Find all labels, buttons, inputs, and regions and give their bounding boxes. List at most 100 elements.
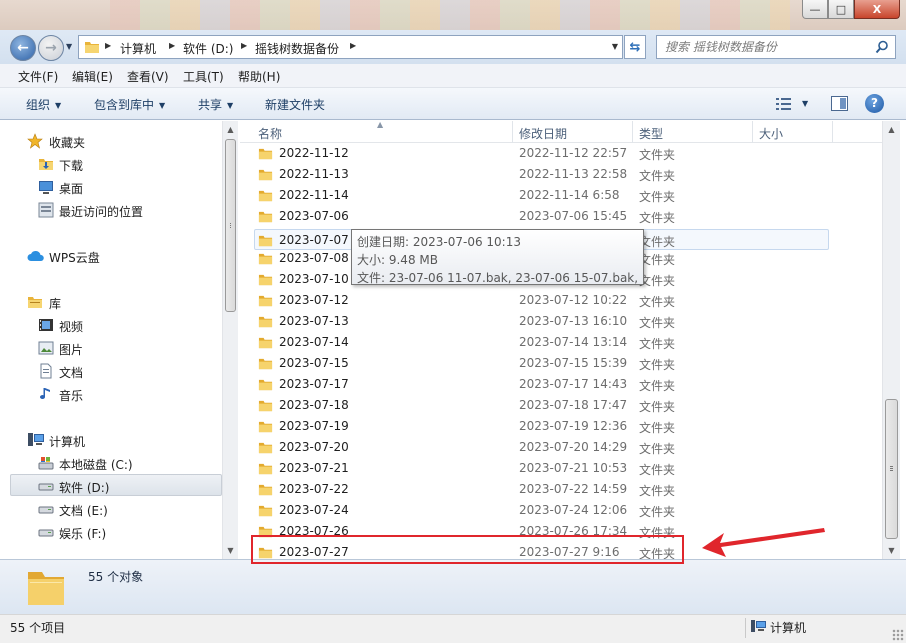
scroll-up-icon[interactable]: ▲ <box>883 121 900 138</box>
nav-desktop[interactable]: 桌面 <box>0 176 222 198</box>
minimize-button[interactable]: — <box>802 0 828 19</box>
menu-view[interactable]: 查看(V) <box>127 68 169 85</box>
file-list-scrollbar[interactable]: ▲ ▼ <box>882 121 900 559</box>
nav-drive-e[interactable]: 文档 (E:) <box>0 498 222 520</box>
column-divider[interactable] <box>752 121 753 143</box>
back-button[interactable]: ← <box>10 35 36 61</box>
new-folder-button[interactable]: 新建文件夹 <box>265 96 325 113</box>
address-history-dropdown-icon[interactable]: ▼ <box>612 42 618 51</box>
highlight-box <box>251 535 684 564</box>
nav-drive-c[interactable]: 本地磁盘 (C:) <box>0 452 222 474</box>
table-row[interactable]: 2023-07-14 2023-07-14 13:14 文件夹 <box>240 332 882 353</box>
breadcrumb-separator-icon[interactable]: ▶ <box>241 41 247 50</box>
search-box[interactable] <box>656 35 896 59</box>
help-icon[interactable]: ? <box>865 94 884 113</box>
video-icon <box>39 319 53 331</box>
file-list-scroll-thumb[interactable] <box>885 399 898 539</box>
maximize-button[interactable]: □ <box>828 0 854 19</box>
nav-music[interactable]: 音乐 <box>0 383 222 405</box>
address-bar[interactable]: ▶ 计算机 ▶ 软件 (D:) ▶ 摇钱树数据备份 ▶ ▼ <box>78 35 623 59</box>
table-row[interactable]: 2022-11-12 2022-11-12 22:57 文件夹 <box>240 143 882 164</box>
view-options-icon[interactable] <box>776 97 794 111</box>
nav-drive-d[interactable]: 软件 (D:) <box>10 474 222 496</box>
nav-downloads[interactable]: 下载 <box>0 153 222 175</box>
column-modified[interactable]: 修改日期 <box>519 125 567 142</box>
row-type: 文件夹 <box>639 421 676 435</box>
row-name: 2023-07-12 <box>279 293 349 307</box>
recent-pages-dropdown-icon[interactable]: ▼ <box>66 42 72 51</box>
scroll-down-icon[interactable]: ▼ <box>883 542 900 559</box>
nav-computer[interactable]: 计算机 <box>0 429 222 451</box>
breadcrumb-current-folder[interactable]: 摇钱树数据备份 <box>255 40 339 57</box>
column-divider[interactable] <box>832 121 833 143</box>
menu-tools[interactable]: 工具(T) <box>183 68 224 85</box>
view-dropdown-icon[interactable]: ▼ <box>802 99 808 108</box>
menu-file[interactable]: 文件(F) <box>18 68 58 85</box>
search-input[interactable] <box>665 39 865 55</box>
refresh-button[interactable]: ⇆ <box>624 35 646 59</box>
table-row[interactable]: 2022-11-14 2022-11-14 6:58 文件夹 <box>240 185 882 206</box>
nav-recent-places[interactable]: 最近访问的位置 <box>0 199 222 221</box>
column-size[interactable]: 大小 <box>759 125 783 142</box>
nav-libraries[interactable]: 库 <box>0 291 222 313</box>
nav-desktop-label: 桌面 <box>59 182 84 196</box>
table-row[interactable]: 2023-07-06 2023-07-06 15:45 文件夹 <box>240 206 882 227</box>
row-modified: 2023-07-18 17:47 <box>519 398 628 412</box>
nav-pane-scrollbar[interactable]: ▲ ▼ <box>222 121 238 559</box>
row-name: 2023-07-10 <box>279 272 349 286</box>
row-name: 2023-07-17 <box>279 377 349 391</box>
breadcrumb-computer[interactable]: 计算机 <box>120 40 156 57</box>
table-row[interactable]: 2023-07-21 2023-07-21 10:53 文件夹 <box>240 458 882 479</box>
table-row[interactable]: 2023-07-20 2023-07-20 14:29 文件夹 <box>240 437 882 458</box>
title-bar[interactable]: — □ X <box>0 0 906 30</box>
nav-pane-scroll-thumb[interactable] <box>225 139 236 312</box>
breadcrumb-separator-icon[interactable]: ▶ <box>350 41 356 50</box>
breadcrumb-drive-d[interactable]: 软件 (D:) <box>183 40 233 57</box>
scroll-up-icon[interactable]: ▲ <box>223 121 238 138</box>
grip-icon <box>230 222 231 228</box>
refresh-icon: ⇆ <box>629 39 641 55</box>
preview-pane-icon[interactable] <box>831 96 848 111</box>
column-type[interactable]: 类型 <box>639 125 663 142</box>
breadcrumb-separator-icon[interactable]: ▶ <box>169 41 175 50</box>
nav-documents[interactable]: 文档 <box>0 360 222 382</box>
table-row[interactable]: 2022-11-13 2022-11-13 22:58 文件夹 <box>240 164 882 185</box>
include-in-library-button[interactable]: 包含到库中 ▼ <box>94 96 165 113</box>
organize-button[interactable]: 组织 ▼ <box>26 96 61 113</box>
table-row[interactable]: 2023-07-22 2023-07-22 14:59 文件夹 <box>240 479 882 500</box>
table-row[interactable]: 2023-07-12 2023-07-12 10:22 文件夹 <box>240 290 882 311</box>
scroll-down-icon[interactable]: ▼ <box>223 542 238 559</box>
drive-icon <box>38 483 54 491</box>
table-row[interactable]: 2023-07-13 2023-07-13 16:10 文件夹 <box>240 311 882 332</box>
menu-help[interactable]: 帮助(H) <box>238 68 280 85</box>
tooltip-files: 文件: 23-07-06 11-07.bak, 23-07-06 15-07.b… <box>357 271 638 285</box>
resize-grip-icon[interactable] <box>892 629 904 641</box>
nav-videos[interactable]: 视频 <box>0 314 222 336</box>
forward-button[interactable]: → <box>38 35 64 61</box>
nav-wps-cloud[interactable]: WPS云盘 <box>0 245 222 267</box>
table-row[interactable]: 2023-07-15 2023-07-15 15:39 文件夹 <box>240 353 882 374</box>
nav-music-label: 音乐 <box>59 389 84 403</box>
folder-icon <box>258 503 273 521</box>
close-button[interactable]: X <box>854 0 900 19</box>
row-modified: 2023-07-13 16:10 <box>519 314 628 328</box>
breadcrumb-separator-icon[interactable]: ▶ <box>105 41 111 50</box>
nav-drive-f[interactable]: 娱乐 (F:) <box>0 521 222 543</box>
share-label: 共享 <box>198 98 223 112</box>
nav-pictures[interactable]: 图片 <box>0 337 222 359</box>
organize-label: 组织 <box>26 98 51 112</box>
table-row[interactable]: 2023-07-19 2023-07-19 12:36 文件夹 <box>240 416 882 437</box>
table-row[interactable]: 2023-07-18 2023-07-18 17:47 文件夹 <box>240 395 882 416</box>
column-divider[interactable] <box>512 121 513 143</box>
column-divider[interactable] <box>632 121 633 143</box>
arrow-right-icon: → <box>45 40 57 56</box>
menu-edit[interactable]: 编辑(E) <box>72 68 113 85</box>
share-button[interactable]: 共享 ▼ <box>198 96 233 113</box>
table-row[interactable]: 2023-07-17 2023-07-17 14:43 文件夹 <box>240 374 882 395</box>
column-name[interactable]: 名称 <box>258 125 282 142</box>
nav-favorites[interactable]: 收藏夹 <box>0 130 222 152</box>
row-name: 2023-07-08 <box>279 251 349 265</box>
row-name: 2022-11-14 <box>279 188 349 202</box>
search-icon[interactable] <box>875 40 889 54</box>
table-row[interactable]: 2023-07-24 2023-07-24 12:06 文件夹 <box>240 500 882 521</box>
